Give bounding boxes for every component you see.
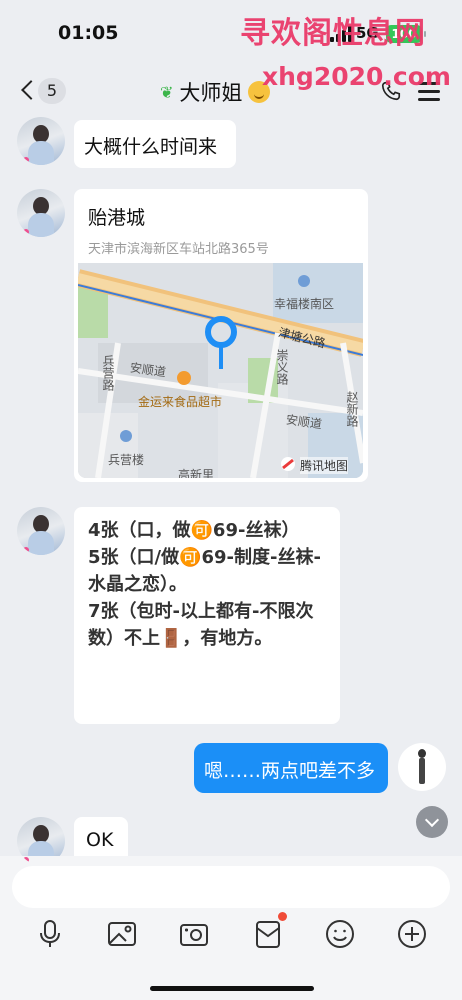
image-icon[interactable] [104, 916, 140, 952]
contact-avatar[interactable] [17, 189, 65, 237]
map-provider: 腾讯地图 [300, 457, 349, 474]
red-packet-icon[interactable] [250, 916, 286, 952]
map-label: 赵新路 [345, 391, 359, 427]
map-label: 兵营路 [101, 355, 115, 391]
message-input[interactable] [12, 866, 450, 908]
sprout-icon: ❦ [160, 82, 174, 102]
composer [0, 856, 462, 1000]
map-label: 金运来食品超市 [138, 395, 223, 409]
map-label: 高新里 [178, 468, 215, 478]
price-line: 5张（口/做🉑69-制度-丝袜-水晶之恋）。 [88, 547, 321, 595]
chat-title: 大师姐 [179, 81, 243, 105]
my-message-bubble[interactable]: 嗯……两点吧差不多 [194, 743, 388, 793]
notification-dot [278, 912, 287, 921]
map-preview[interactable]: 幸福楼南区 津塘公路 安顺道 崇义路 兵营路 金运来食品超市 安顺道 赵新路 兵… [78, 263, 363, 478]
map-label: 崇义路 [275, 349, 289, 385]
toolbar [0, 916, 462, 956]
price-line: 7张（包时-以上都有-不限次数）不上🚪，有地方。 [88, 601, 314, 649]
home-indicator[interactable] [150, 986, 314, 991]
message-bubble[interactable]: 大概什么时间来 [74, 120, 236, 168]
contact-avatar[interactable] [17, 117, 65, 165]
price-line: 4张（口，做🉑69-丝袜） [88, 520, 300, 541]
map-label: 幸福楼南区 [274, 297, 335, 311]
message-bubble[interactable]: 4张（口，做🉑69-丝袜） 5张（口/做🉑69-制度-丝袜-水晶之恋）。 7张（… [74, 507, 340, 724]
microphone-icon[interactable] [32, 916, 68, 952]
contact-avatar[interactable] [17, 507, 65, 555]
watermark-title: 寻欢阁性息网 [240, 16, 426, 51]
location-name: 贻港城 [88, 207, 146, 229]
emoji-icon[interactable] [322, 916, 358, 952]
location-card[interactable]: 贻港城 天津市滨海新区车站北路365号 幸福楼南区 津塘公路 安顺道 崇义路 兵… [74, 189, 368, 482]
my-avatar[interactable] [398, 743, 446, 791]
map-label: 兵营楼 [108, 453, 145, 467]
location-address: 天津市滨海新区车站北路365号 [88, 242, 269, 257]
status-time: 01:05 [58, 22, 119, 44]
unread-badge[interactable]: 5 [38, 78, 66, 104]
scroll-down-button[interactable] [416, 806, 448, 838]
camera-icon[interactable] [176, 916, 212, 952]
chat-title-group[interactable]: ❦ 大师姐 [160, 77, 271, 107]
plus-icon[interactable] [394, 916, 430, 952]
watermark-domain: xhg2020.com [262, 62, 451, 91]
